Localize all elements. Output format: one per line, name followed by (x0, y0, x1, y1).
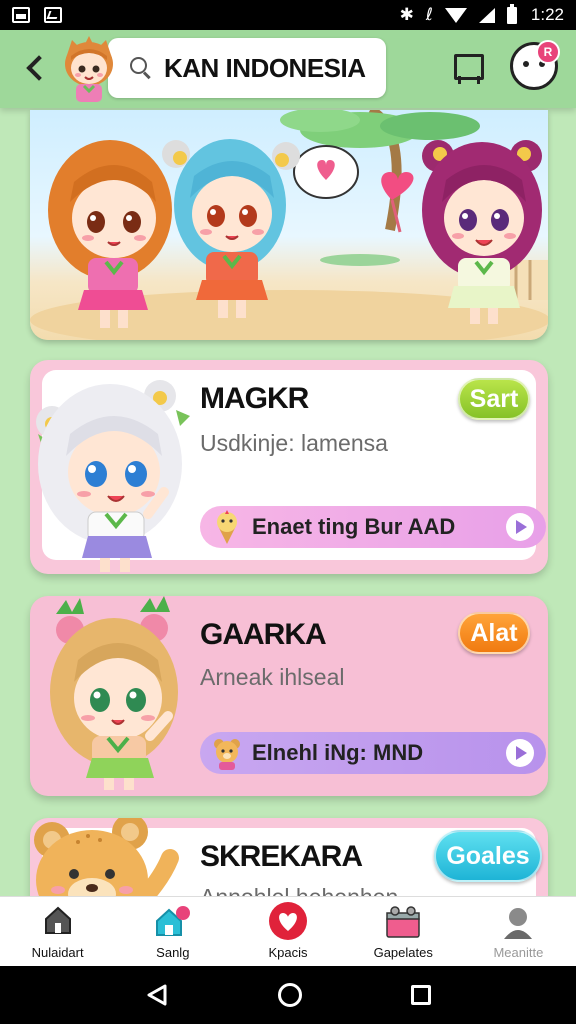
play-icon[interactable] (506, 513, 534, 541)
search-query: KAN INDONESIA (164, 52, 366, 83)
profile-face-icon (523, 61, 529, 67)
status-bar: ✱ ℓ 1:22 (0, 0, 576, 30)
nav-item-heart[interactable]: Kpacis (230, 897, 345, 966)
home-icon (44, 906, 71, 934)
pill-label: Elnehl iNg: MND (252, 740, 424, 765)
card-subtitle: Arneak ihlseal (200, 664, 345, 690)
nav-item-home[interactable]: Nulaidart (0, 897, 115, 966)
card-title: GAARKA (200, 618, 327, 651)
nav-item-notify-house[interactable]: Sanlg (115, 897, 230, 966)
card-title: MAGKR (200, 382, 309, 415)
search-icon (130, 57, 152, 79)
bottom-navigation: Nulaidart Sanlg Kpacis Gapelates Meanitt… (0, 896, 576, 966)
character-portrait (50, 596, 178, 790)
alert-badge[interactable]: Alat (458, 612, 530, 654)
mascot-avatar-icon (65, 36, 113, 102)
notification-icon (12, 7, 30, 23)
ice-cream-icon (217, 510, 237, 544)
system-recents-icon[interactable] (411, 985, 432, 1005)
goals-badge[interactable]: Goales (434, 830, 542, 882)
profile-badge: R (536, 40, 560, 64)
top-app-bar: KAN INDONESIA (0, 30, 576, 108)
nav-item-profile[interactable]: Meanitte (461, 897, 576, 966)
play-icon[interactable] (506, 739, 534, 767)
heart-circle-icon (269, 902, 307, 940)
card-subtitle: Usdkinje: lamensa (200, 430, 388, 456)
bear-icon (214, 739, 240, 770)
back-button[interactable] (18, 48, 52, 88)
character-portrait (36, 380, 190, 572)
status-time: 1:22 (530, 5, 564, 24)
system-back-icon[interactable] (145, 983, 169, 1007)
search-bar[interactable]: KAN INDONESIA (108, 38, 386, 98)
system-navigation-bar (0, 966, 576, 1024)
card-title: SKREKARA (200, 840, 363, 873)
person-icon (504, 908, 533, 939)
character-card[interactable]: MAGKR Usdkinje: lamensa Sart Enaet ting … (30, 360, 548, 574)
image-notification-icon (44, 7, 62, 23)
action-pill[interactable]: Elnehl iNg: MND (200, 732, 546, 774)
pill-label: Enaet ting Bur AAD (252, 514, 456, 539)
character-card[interactable]: GAARKA Arneak ihlseal Alat Elnehl iNg: M… (30, 596, 548, 796)
nav-item-gift[interactable]: Gapelates (346, 897, 461, 966)
nav-label: Meanitte (493, 945, 544, 960)
nav-label: Gapelates (373, 945, 433, 960)
sync-icon: ℓ (425, 5, 433, 25)
signal-icon (478, 7, 495, 23)
nav-label: Sanlg (156, 945, 190, 960)
featured-banner[interactable] (30, 110, 548, 340)
action-pill[interactable]: Enaet ting Bur AAD (200, 506, 546, 548)
bluetooth-icon: ✱ (399, 5, 414, 25)
cast-icon[interactable] (452, 54, 484, 86)
battery-icon (506, 3, 517, 24)
banner-illustration (30, 110, 548, 340)
system-home-icon[interactable] (277, 983, 302, 1007)
start-badge[interactable]: Sart (458, 378, 530, 420)
nav-label: Kpacis (268, 945, 308, 960)
gift-box-icon (386, 906, 420, 938)
wifi-icon (444, 7, 467, 23)
house-notify-icon (155, 906, 190, 936)
nav-label: Nulaidart (31, 945, 84, 960)
